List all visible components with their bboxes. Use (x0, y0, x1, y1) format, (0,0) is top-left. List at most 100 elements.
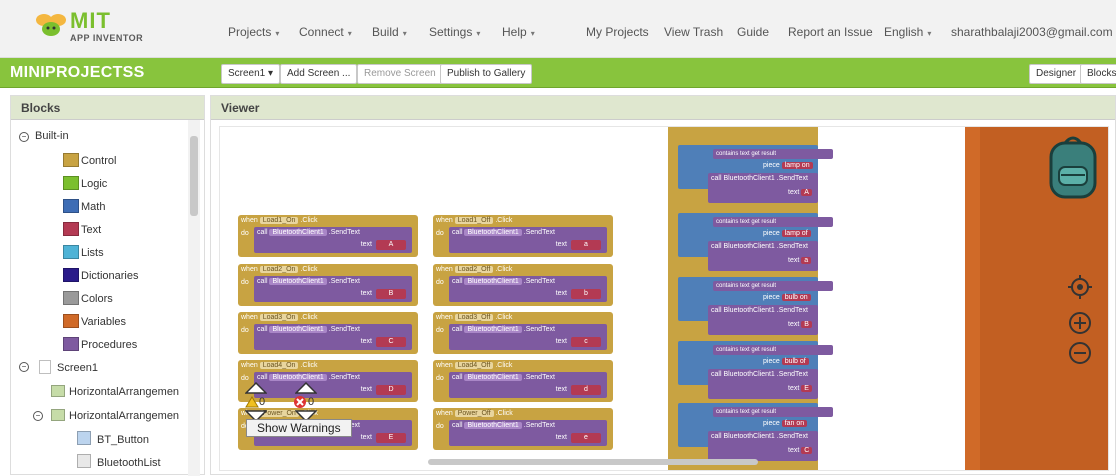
contains-block[interactable]: contains text get result (713, 281, 833, 291)
blocks-button[interactable]: Blocks (1080, 64, 1116, 84)
tree-scrollbar[interactable] (188, 120, 200, 476)
send-text-block[interactable]: call BluetoothClient1 .SendText text d (449, 372, 607, 398)
send-text-block[interactable]: call BluetoothClient1 .SendText text B (254, 276, 412, 302)
event-block[interactable]: when Load2_On .Click do call BluetoothClie… (238, 264, 418, 306)
send-text-block[interactable]: call BluetoothClient1 .SendText text C (254, 324, 412, 350)
tree-variables[interactable]: Variables (81, 316, 126, 328)
menu-build[interactable]: Build ▾ (372, 25, 407, 39)
link-my-projects[interactable]: My Projects (586, 25, 649, 39)
collapse-toggle-icon[interactable]: − (19, 362, 29, 372)
contains-block[interactable]: contains text get result (713, 407, 833, 417)
text-value[interactable]: B (376, 289, 406, 299)
blocks-panel-title: Blocks (11, 96, 204, 120)
send-text-block[interactable]: call BluetoothClient1 .SendText text C (708, 431, 818, 461)
publish-gallery-button[interactable]: Publish to Gallery (440, 64, 533, 84)
arrow-up-icon[interactable] (295, 382, 317, 394)
blocks-workspace[interactable]: when Load1_On .Click do call BluetoothClie… (219, 126, 1109, 471)
contains-block[interactable]: contains text get result (713, 149, 833, 159)
warning-icon (245, 396, 259, 408)
send-text-block[interactable]: call BluetoothClient1 .SendText text A (708, 173, 818, 203)
show-warnings-button[interactable]: Show Warnings (246, 419, 352, 437)
event-block[interactable]: when Load2_Off .Click do call BluetoothCli… (433, 264, 613, 306)
menu-settings[interactable]: Settings ▾ (429, 25, 480, 39)
component-name[interactable]: Load4_Off (454, 362, 494, 369)
text-value[interactable]: D (376, 385, 406, 395)
send-text-block[interactable]: call BluetoothClient1 .SendText text b (449, 276, 607, 302)
arrow-up-icon[interactable] (245, 382, 267, 394)
tree-dictionaries[interactable]: Dictionaries (81, 270, 138, 282)
chevron-down-icon: ▾ (275, 29, 280, 38)
add-screen-button[interactable]: Add Screen ... (280, 64, 358, 84)
component-name[interactable]: Load2_On (259, 266, 299, 273)
event-block[interactable]: when Power_Off .Click do call BluetoothCli… (433, 408, 613, 450)
component-name[interactable]: Load1_On (259, 217, 299, 224)
component-name[interactable]: Load3_Off (454, 314, 494, 321)
tree-procedures[interactable]: Procedures (81, 339, 137, 351)
send-text-block[interactable]: call BluetoothClient1 .SendText text c (449, 324, 607, 350)
text-value[interactable]: E (376, 433, 406, 443)
send-text-block[interactable]: call BluetoothClient1 .SendText text A (254, 227, 412, 253)
text-value[interactable]: b (571, 289, 601, 299)
backpack-icon[interactable] (1043, 133, 1103, 203)
tree-lists[interactable]: Lists (81, 247, 104, 259)
tree-horizontal-arrangement-2[interactable]: HorizontalArrangemen (69, 410, 179, 422)
speech-event-block[interactable]: contains text get result piece lamp on c… (668, 127, 833, 470)
tree-horizontal-arrangement-1[interactable]: HorizontalArrangemen (69, 386, 179, 398)
remove-screen-button[interactable]: Remove Screen (357, 64, 443, 84)
tree-text[interactable]: Text (81, 224, 101, 236)
text-value[interactable]: C (376, 337, 406, 347)
center-workspace-icon[interactable] (1068, 275, 1092, 299)
link-guide[interactable]: Guide (737, 25, 769, 39)
blocks-panel: Blocks − Built-in Control Logic Math Tex… (10, 95, 205, 476)
component-name[interactable]: Load2_Off (454, 266, 494, 273)
zoom-in-icon[interactable] (1068, 311, 1092, 335)
event-block[interactable]: when Load3_Off .Click do call BluetoothCli… (433, 312, 613, 354)
send-text-block[interactable]: call BluetoothClient1 .SendText text E (708, 369, 818, 399)
send-text-block[interactable]: call BluetoothClient1 .SendText text B (708, 305, 818, 335)
text-value[interactable]: d (571, 385, 601, 395)
collapse-toggle-icon[interactable]: − (19, 132, 29, 142)
tree-math[interactable]: Math (81, 201, 105, 213)
text-value[interactable]: e (571, 433, 601, 443)
link-view-trash[interactable]: View Trash (664, 25, 723, 39)
text-value[interactable]: c (571, 337, 601, 347)
menu-help[interactable]: Help ▾ (502, 25, 535, 39)
tree-colors[interactable]: Colors (81, 293, 113, 305)
send-text-block[interactable]: call BluetoothClient1 .SendText text e (449, 420, 607, 446)
dictionaries-swatch-icon (63, 268, 79, 282)
chevron-down-icon: ▾ (927, 29, 932, 38)
tree-builtin[interactable]: Built-in (35, 130, 69, 142)
component-name[interactable]: Load1_Off (454, 217, 494, 224)
event-block[interactable]: when Load4_Off .Click do call BluetoothCli… (433, 360, 613, 402)
scrollbar-thumb[interactable] (190, 136, 198, 216)
text-value[interactable]: A (376, 240, 406, 250)
menu-language[interactable]: English ▾ (884, 25, 931, 39)
tree-bt-button[interactable]: BT_Button (97, 434, 149, 446)
tree-bluetooth-list[interactable]: BluetoothList (97, 457, 161, 469)
collapse-toggle-icon[interactable]: − (33, 411, 43, 421)
text-value[interactable]: a (571, 240, 601, 250)
send-text-block[interactable]: call BluetoothClient1 .SendText text a (449, 227, 607, 253)
contains-block[interactable]: contains text get result (713, 345, 833, 355)
app-inventor-logo[interactable]: MIT APP INVENTOR (30, 8, 180, 48)
workspace-horizontal-scrollbar[interactable] (428, 459, 758, 465)
event-block[interactable]: when Load1_On .Click do call BluetoothClie… (238, 215, 418, 257)
menu-projects[interactable]: Projects ▾ (228, 25, 279, 39)
event-block[interactable]: when Load1_Off .Click do call BluetoothCli… (433, 215, 613, 257)
tree-screen1[interactable]: Screen1 (57, 362, 98, 374)
link-report-issue[interactable]: Report an Issue (788, 25, 873, 39)
tree-logic[interactable]: Logic (81, 178, 107, 190)
contains-block[interactable]: contains text get result (713, 217, 833, 227)
tree-control[interactable]: Control (81, 155, 116, 167)
zoom-out-icon[interactable] (1068, 341, 1092, 365)
component-name[interactable]: Load4_On (259, 362, 299, 369)
menu-account[interactable]: sharathbalaji2003@gmail.com▾ (951, 25, 1116, 39)
component-name[interactable]: Power_Off (454, 410, 494, 417)
event-block[interactable]: when Load3_On .Click do call BluetoothClie… (238, 312, 418, 354)
send-text-block[interactable]: call BluetoothClient1 .SendText text a (708, 241, 818, 271)
component-name[interactable]: Load3_On (259, 314, 299, 321)
send-text-block[interactable]: call BluetoothClient1 .SendText text D (254, 372, 412, 398)
menu-connect[interactable]: Connect ▾ (299, 25, 352, 39)
screen-select[interactable]: Screen1 ▾ (221, 64, 281, 84)
designer-button[interactable]: Designer (1029, 64, 1084, 84)
